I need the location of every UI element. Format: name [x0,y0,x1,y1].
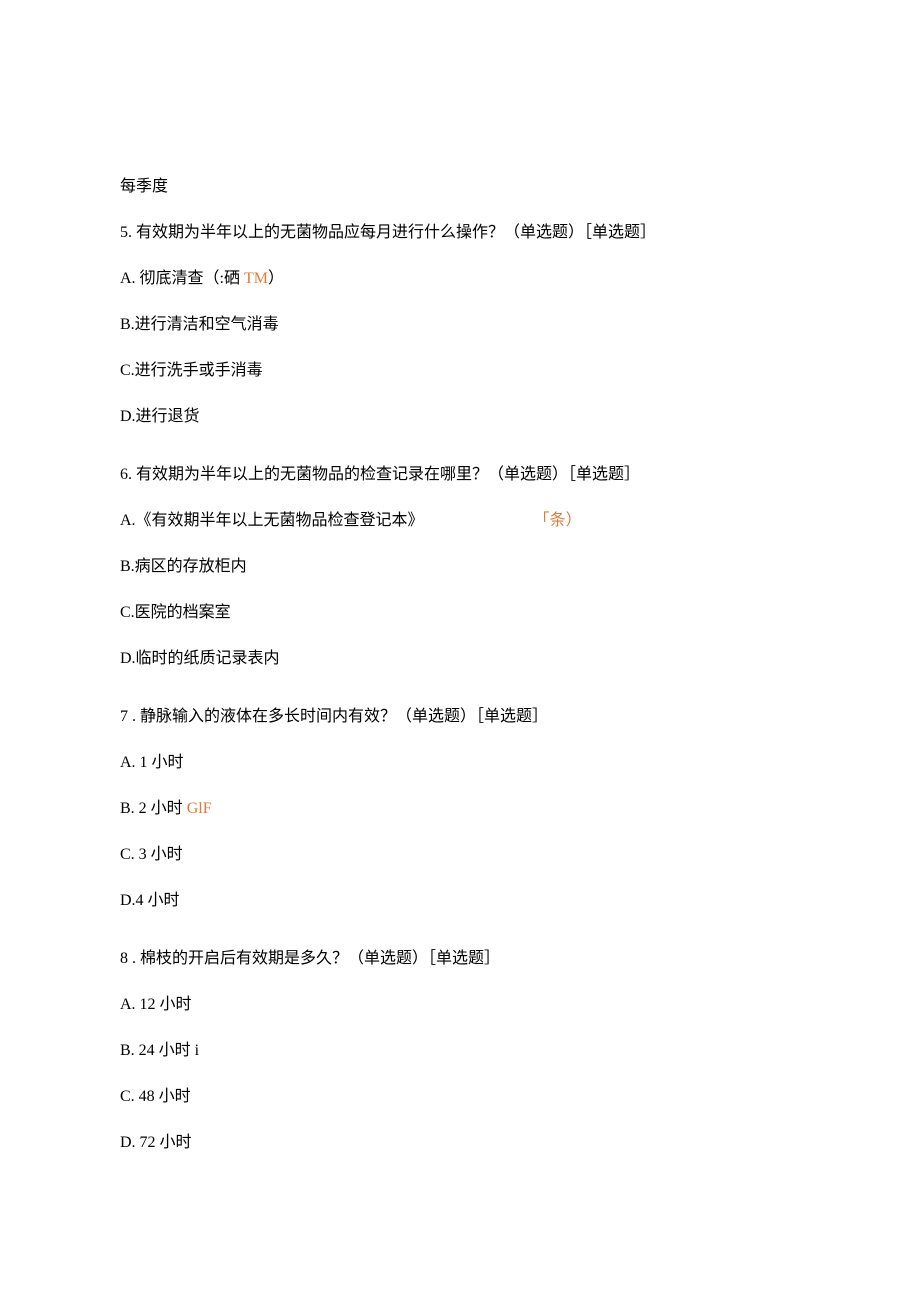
q7-option-a: A. 1 小时 [120,751,800,775]
q7-b-prefix: B. 2 小时 [120,800,187,817]
q8-option-a: A. 12 小时 [120,993,800,1017]
q5-option-d: D.进行退货 [120,405,800,429]
q6-stem: 6. 有效期为半年以上的无菌物品的检查记录在哪里？（单选题）［单选题］ [120,463,800,487]
q8-option-b: B. 24 小时 i [120,1039,800,1063]
q5-a-orange: TM [244,270,268,287]
q8-option-c: C. 48 小时 [120,1085,800,1109]
q8-option-d: D. 72 小时 [120,1131,800,1155]
q5-option-a: A. 彻底清查（:硒 TM） [120,267,800,291]
q6-option-d: D.临时的纸质记录表内 [120,647,800,671]
document-page: 每季度 5. 有效期为半年以上的无菌物品应每月进行什么操作？（单选题）［单选题］… [0,0,920,1301]
q6-option-b: B.病区的存放柜内 [120,555,800,579]
q5-a-prefix: A. 彻底清查（:硒 [120,270,244,287]
q5-option-c: C.进行洗手或手消毒 [120,359,800,383]
q5-stem: 5. 有效期为半年以上的无菌物品应每月进行什么操作？（单选题）［单选题］ [120,221,800,245]
q7-stem: 7 . 静脉输入的液体在多长时间内有效？（单选题）［单选题］ [120,705,800,729]
q6-a-orange: 「条） [534,512,582,529]
q6-option-a: A.《有效期半年以上无菌物品检查登记本》 「条） [120,509,800,533]
q7-option-c: C. 3 小时 [120,843,800,867]
q5-option-b: B.进行清洁和空气消毒 [120,313,800,337]
pre-text: 每季度 [120,175,800,199]
q7-option-d: D.4 小时 [120,889,800,913]
q7-option-b: B. 2 小时 GlF [120,797,800,821]
q6-option-c: C.医院的档案室 [120,601,800,625]
q7-b-orange: GlF [187,800,212,817]
q6-a-prefix: A.《有效期半年以上无菌物品检查登记本》 [120,512,424,529]
q8-stem: 8 . 棉枝的开启后有效期是多久？（单选题）［单选题］ [120,947,800,971]
q5-a-suffix: ） [268,270,284,287]
